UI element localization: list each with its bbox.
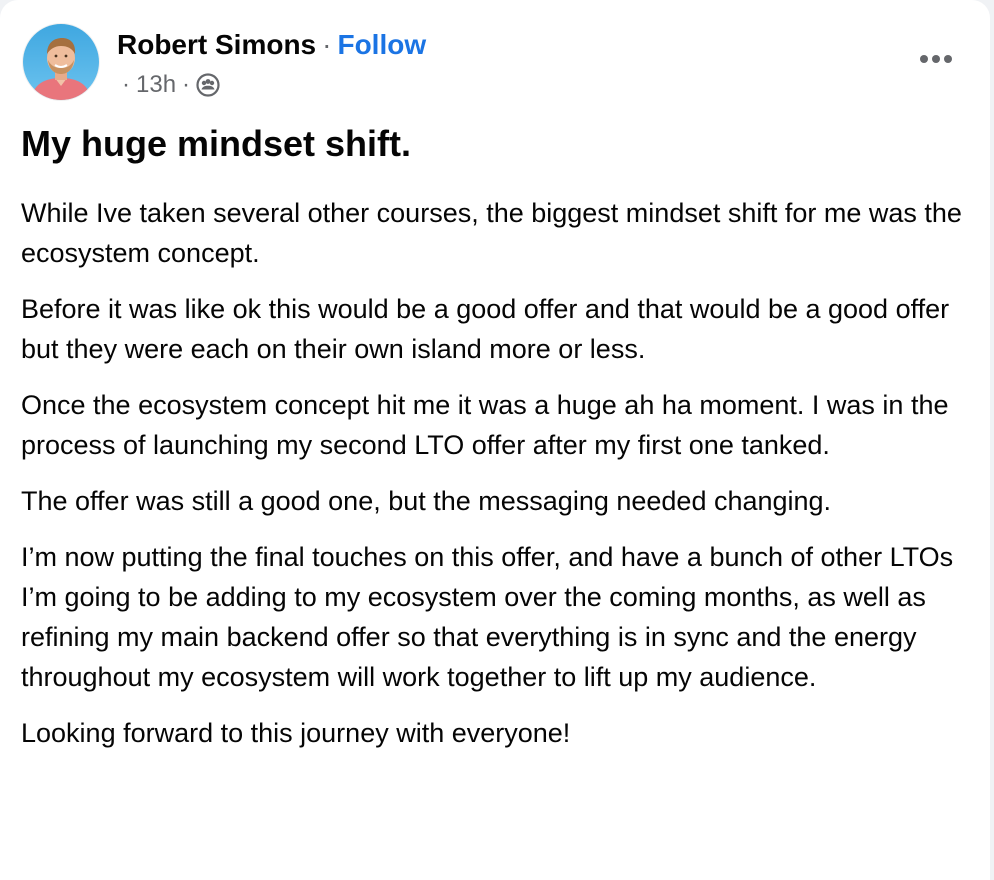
name-separator: · [322, 29, 332, 60]
post-meta: · 13h · [122, 70, 220, 100]
group-audience-icon [196, 73, 220, 97]
more-options-icon [919, 51, 953, 69]
follow-button[interactable]: Follow [337, 29, 426, 60]
post-paragraph: I’m now putting the final touches on thi… [21, 542, 954, 692]
post-paragraph: The offer was still a good one, but the … [21, 486, 832, 516]
post-timestamp[interactable]: 13h [136, 70, 176, 100]
post-paragraph: Once the ecosystem concept hit me it was… [21, 390, 949, 460]
post-body: While Ive taken several other courses, t… [21, 193, 966, 769]
post-paragraph: Looking forward to this journey with eve… [21, 718, 571, 748]
post-card: Robert Simons · Follow · 13h · My huge min… [0, 0, 990, 880]
post-paragraph: Before it was like ok this would be a go… [21, 294, 950, 364]
post-title: My huge mindset shift. [21, 123, 412, 164]
more-options-button[interactable] [914, 44, 958, 76]
post-paragraph: While Ive taken several other courses, t… [21, 198, 962, 268]
author-avatar[interactable] [23, 24, 99, 100]
time-prefix-dot: · [122, 71, 130, 98]
time-suffix-dot: · [182, 71, 191, 98]
author-line: Robert Simons · Follow [117, 28, 426, 62]
author-name[interactable]: Robert Simons [117, 29, 316, 60]
